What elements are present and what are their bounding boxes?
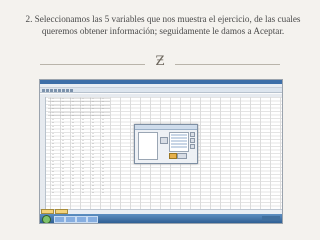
taskbar-app-icon[interactable] xyxy=(54,216,65,223)
data-column xyxy=(92,98,94,193)
toolbar-icon xyxy=(62,88,65,92)
taskbar-app-icon[interactable] xyxy=(87,216,98,223)
accept-button[interactable] xyxy=(169,153,177,159)
taskbar-app-icon[interactable] xyxy=(65,216,76,223)
start-button[interactable] xyxy=(42,215,51,223)
data-header-values xyxy=(48,98,110,118)
dialog-side-buttons xyxy=(190,132,195,150)
data-column xyxy=(52,98,54,193)
dialog-option-button[interactable] xyxy=(190,132,195,137)
toolbar-icon xyxy=(66,88,69,92)
available-variables-list[interactable] xyxy=(138,132,158,160)
caption-line-1: 2. Seleccionamos las 5 variables que nos… xyxy=(25,14,301,24)
toolbar-icon xyxy=(58,88,61,92)
embedded-screenshot xyxy=(39,79,283,224)
dialog-titlebar xyxy=(135,125,197,130)
os-taskbar xyxy=(40,214,282,223)
select-variables-dialog xyxy=(134,124,198,164)
ornament-z-icon: Ƶ xyxy=(155,54,165,69)
list-item[interactable] xyxy=(171,146,187,148)
toolbar-icon xyxy=(50,88,53,92)
list-item[interactable] xyxy=(171,143,187,145)
caption-line-2: queremos obtener información; seguidamen… xyxy=(41,26,285,36)
dialog-option-button[interactable] xyxy=(190,144,195,149)
list-item[interactable] xyxy=(171,134,187,136)
taskbar-app-icon[interactable] xyxy=(76,216,87,223)
list-item[interactable] xyxy=(171,140,187,142)
toolbar-icon xyxy=(54,88,57,92)
selected-variables-list[interactable] xyxy=(169,132,189,152)
data-column xyxy=(102,98,104,193)
toolbar-icon xyxy=(42,88,45,92)
cancel-button[interactable] xyxy=(177,153,187,159)
data-column xyxy=(82,98,84,193)
list-item[interactable] xyxy=(171,137,187,139)
dialog-option-button[interactable] xyxy=(190,138,195,143)
data-column xyxy=(62,98,64,193)
data-column xyxy=(72,98,74,193)
toolbar-icon xyxy=(46,88,49,92)
divider-ornament: Ƶ xyxy=(40,54,280,70)
divider-line-left xyxy=(40,64,145,65)
slide-caption: 2. Seleccionamos las 5 variables que nos… xyxy=(18,13,308,37)
move-right-arrow-icon[interactable] xyxy=(160,137,168,144)
toolbar-icon xyxy=(70,88,73,92)
divider-line-right xyxy=(175,64,280,65)
row-numbers xyxy=(40,97,46,209)
system-tray xyxy=(262,216,280,221)
